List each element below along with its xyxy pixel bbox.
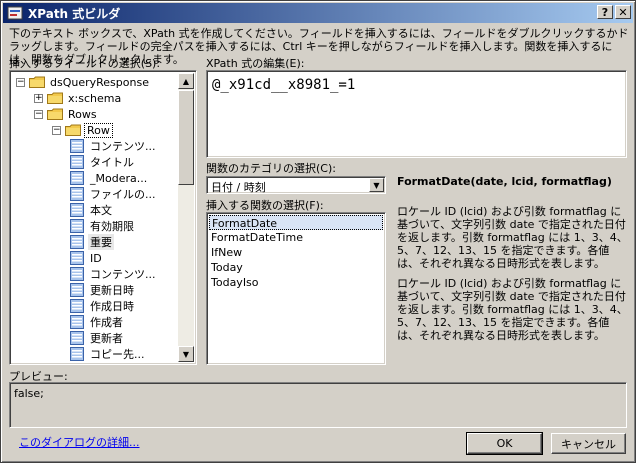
tree-node[interactable]: _Modera... <box>70 170 149 186</box>
field-icon <box>70 283 84 297</box>
arrow-down-icon: ▼ <box>182 349 190 359</box>
scroll-up-button[interactable]: ▲ <box>178 73 194 89</box>
folder-icon <box>65 124 81 136</box>
arrow-up-icon: ▲ <box>182 76 190 86</box>
scroll-down-button[interactable]: ▼ <box>178 346 194 362</box>
tree-node-label: コンテンツ... <box>90 268 156 281</box>
tree-node-label: タイトル <box>90 156 134 169</box>
field-tree-content: − dsQueryResponse + x:schema − Rows − Row コンテンツ.… <box>12 73 178 362</box>
tree-node-label: Row <box>84 122 113 138</box>
tree-node[interactable]: 有効期限 <box>70 218 136 234</box>
dialog-details-link[interactable]: このダイアログの詳細... <box>19 434 140 450</box>
preview-box: false; <box>9 382 627 428</box>
category-dropdown-button[interactable]: ▼ <box>369 178 384 192</box>
tree-node-label: _Modera... <box>90 171 148 185</box>
category-value: 日付 / 時刻 <box>211 181 266 194</box>
field-icon <box>70 331 84 345</box>
function-select-label: 挿入する関数の選択(F): <box>206 199 324 212</box>
tree-node[interactable]: コピー先... <box>70 346 147 362</box>
field-icon <box>70 299 84 313</box>
expand-icon[interactable]: + <box>34 93 43 103</box>
field-icon <box>70 235 84 249</box>
field-icon <box>70 155 84 169</box>
function-signature: FormatDate(date, lcid, formatflag) <box>397 175 612 188</box>
field-icon <box>70 187 84 201</box>
close-icon: ✕ <box>618 5 628 19</box>
tree-node[interactable]: 更新者 <box>70 330 125 346</box>
function-item-todayiso[interactable]: TodayIso <box>209 275 383 290</box>
chevron-down-icon: ▼ <box>373 180 380 190</box>
xpath-app-icon <box>7 6 23 20</box>
collapse-icon[interactable]: − <box>34 109 43 119</box>
folder-icon <box>47 108 63 120</box>
tree-node-label: コピー先... <box>90 348 145 361</box>
tree-node-label: dsQueryResponse <box>50 75 149 89</box>
window-title: XPath 式ビルダ <box>28 6 121 21</box>
folder-icon <box>47 92 63 104</box>
xpath-builder-dialog: XPath 式ビルダ ? ✕ 下のテキスト ボックスで、XPath 式を作成して… <box>0 0 636 463</box>
xpath-edit-label: XPath 式の編集(E): <box>206 57 305 70</box>
tree-node-label: 作成日時 <box>90 300 134 313</box>
function-item-formatdate[interactable]: FormatDate <box>209 215 383 230</box>
tree-node-label: Rows <box>68 107 97 121</box>
tree-node[interactable]: + x:schema <box>34 90 123 106</box>
tree-node-label: ファイルの... <box>90 188 156 201</box>
category-label: 関数のカテゴリの選択(C): <box>206 162 336 175</box>
function-item-today[interactable]: Today <box>209 260 383 275</box>
tree-node[interactable]: タイトル <box>70 154 136 170</box>
field-icon <box>70 219 84 233</box>
ok-button[interactable]: OK <box>466 432 543 455</box>
tree-node[interactable]: コンテンツ... <box>70 138 158 154</box>
field-icon <box>70 203 84 217</box>
tree-node[interactable]: コンテンツ... <box>70 266 158 282</box>
help-button[interactable]: ? <box>597 5 613 19</box>
tree-node[interactable]: 作成者 <box>70 314 125 330</box>
tree-node[interactable]: − Rows <box>34 106 99 122</box>
field-icon <box>70 171 84 185</box>
category-select[interactable]: 日付 / 時刻 ▼ <box>206 176 386 194</box>
collapse-icon[interactable]: − <box>52 125 61 135</box>
field-select-label: 挿入するフィールドの選択(S): <box>9 57 161 70</box>
tree-node[interactable]: ID <box>70 250 104 266</box>
xpath-input[interactable]: @_x91cd__x8981_=1 <box>206 70 627 158</box>
title-bar[interactable]: XPath 式ビルダ ? ✕ <box>3 3 633 23</box>
field-icon <box>70 267 84 281</box>
field-icon <box>70 251 84 265</box>
tree-node[interactable]: − dsQueryResponse <box>16 74 151 90</box>
tree-node-label: 更新日時 <box>90 284 134 297</box>
tree-node-label: x:schema <box>68 91 122 105</box>
field-icon <box>70 347 84 361</box>
field-icon <box>70 315 84 329</box>
tree-node[interactable]: − Row <box>52 122 113 138</box>
cancel-button[interactable]: キャンセル <box>551 433 626 454</box>
tree-node-label: 重要 <box>88 234 114 250</box>
tree-node-label: 作成者 <box>90 316 123 329</box>
tree-node[interactable]: ファイルの... <box>70 186 158 202</box>
tree-node-label: コンテンツ... <box>90 140 156 153</box>
close-button[interactable]: ✕ <box>615 5 631 19</box>
function-description-1: ロケール ID (lcid) および引数 formatflag に基づいて、文字… <box>397 205 628 270</box>
tree-node[interactable]: 重要 <box>70 234 114 250</box>
tree-node[interactable]: 更新日時 <box>70 282 136 298</box>
function-list[interactable]: FormatDate FormatDateTime IfNew Today To… <box>206 212 386 365</box>
tree-scrollbar[interactable]: ▲ ▼ <box>178 73 194 362</box>
tree-node[interactable]: 本文 <box>70 202 114 218</box>
function-item-ifnew[interactable]: IfNew <box>209 245 383 260</box>
folder-icon <box>29 76 45 88</box>
tree-node-label: ID <box>90 251 102 265</box>
tree-node-label: 有効期限 <box>90 220 134 233</box>
function-item-formatdatetime[interactable]: FormatDateTime <box>209 230 383 245</box>
tree-node-label: 本文 <box>90 204 112 217</box>
function-description-2: ロケール ID (lcid) および引数 formatflag に基づいて、文字… <box>397 277 628 342</box>
tree-node-label: 更新者 <box>90 332 123 345</box>
collapse-icon[interactable]: − <box>16 77 25 87</box>
field-icon <box>70 139 84 153</box>
field-tree[interactable]: − dsQueryResponse + x:schema − Rows − Row コンテンツ.… <box>9 70 197 365</box>
scroll-thumb[interactable] <box>178 90 194 185</box>
tree-node[interactable]: 作成日時 <box>70 298 136 314</box>
